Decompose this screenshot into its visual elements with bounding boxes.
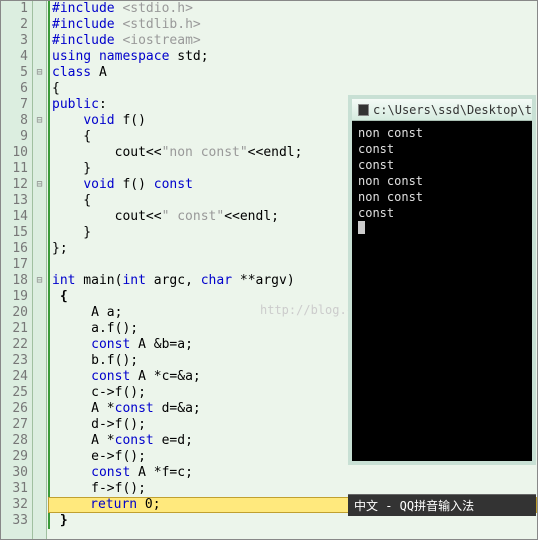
console-line: non const — [358, 189, 526, 205]
fold-marker[interactable] — [33, 225, 46, 241]
fold-marker[interactable] — [33, 257, 46, 273]
fold-marker[interactable] — [33, 289, 46, 305]
fold-marker[interactable] — [33, 17, 46, 33]
code-line[interactable]: class A — [48, 65, 537, 81]
line-number: 21 — [1, 321, 28, 337]
fold-marker[interactable] — [33, 145, 46, 161]
console-cursor — [358, 221, 365, 234]
code-line[interactable]: using namespace std; — [48, 49, 537, 65]
line-number: 13 — [1, 193, 28, 209]
fold-marker[interactable] — [33, 465, 46, 481]
line-number: 27 — [1, 417, 28, 433]
fold-marker[interactable] — [33, 369, 46, 385]
line-number: 9 — [1, 129, 28, 145]
line-number: 14 — [1, 209, 28, 225]
fold-marker[interactable]: ⊟ — [33, 177, 46, 193]
console-output: non const const constnon constnon const … — [352, 121, 532, 461]
console-line: const — [358, 141, 526, 157]
line-number: 2 — [1, 17, 28, 33]
line-number: 10 — [1, 145, 28, 161]
line-number: 5 — [1, 65, 28, 81]
ime-text: 中文 - QQ拼音输入法 — [354, 499, 474, 513]
line-number: 11 — [1, 161, 28, 177]
fold-marker[interactable] — [33, 417, 46, 433]
fold-marker[interactable] — [33, 513, 46, 529]
line-number: 18 — [1, 273, 28, 289]
ime-bar[interactable]: 中文 - QQ拼音输入法 — [348, 494, 536, 516]
console-line: non const — [358, 173, 526, 189]
fold-marker[interactable]: ⊟ — [33, 273, 46, 289]
line-number: 26 — [1, 401, 28, 417]
line-number: 23 — [1, 353, 28, 369]
fold-marker[interactable]: ⊟ — [33, 65, 46, 81]
fold-marker[interactable] — [33, 1, 46, 17]
line-number: 19 — [1, 289, 28, 305]
fold-marker[interactable] — [33, 321, 46, 337]
line-number: 1 — [1, 1, 28, 17]
fold-marker[interactable] — [33, 337, 46, 353]
fold-marker[interactable] — [33, 353, 46, 369]
line-number-gutter: 1234567891011121314151617181920212223242… — [1, 1, 33, 539]
line-number: 20 — [1, 305, 28, 321]
code-line[interactable]: #include <iostream> — [48, 33, 537, 49]
console-title-text: c:\Users\ssd\Desktop\t — [373, 99, 532, 121]
console-window[interactable]: c:\Users\ssd\Desktop\t non const const c… — [348, 95, 536, 465]
line-number: 4 — [1, 49, 28, 65]
fold-marker[interactable] — [33, 241, 46, 257]
fold-column[interactable]: ⊟ ⊟ ⊟ ⊟ — [33, 1, 47, 539]
fold-marker[interactable] — [33, 209, 46, 225]
line-number: 16 — [1, 241, 28, 257]
fold-marker[interactable] — [33, 433, 46, 449]
fold-marker[interactable] — [33, 81, 46, 97]
fold-marker[interactable] — [33, 97, 46, 113]
line-number: 15 — [1, 225, 28, 241]
fold-marker[interactable] — [33, 449, 46, 465]
line-number: 28 — [1, 433, 28, 449]
line-number: 8 — [1, 113, 28, 129]
fold-marker[interactable] — [33, 481, 46, 497]
code-line[interactable]: const A *f=c; — [48, 465, 537, 481]
line-number: 24 — [1, 369, 28, 385]
line-number: 33 — [1, 513, 28, 529]
fold-marker[interactable] — [33, 129, 46, 145]
line-number: 32 — [1, 497, 28, 513]
fold-marker[interactable] — [33, 401, 46, 417]
fold-marker[interactable] — [33, 305, 46, 321]
fold-marker[interactable]: ⊟ — [33, 113, 46, 129]
console-line: const — [358, 157, 526, 173]
cmd-icon — [358, 104, 369, 116]
line-number: 7 — [1, 97, 28, 113]
fold-marker[interactable] — [33, 193, 46, 209]
console-titlebar[interactable]: c:\Users\ssd\Desktop\t — [352, 99, 532, 121]
fold-marker[interactable] — [33, 161, 46, 177]
code-line[interactable]: #include <stdio.h> — [48, 1, 537, 17]
fold-marker[interactable] — [33, 497, 46, 513]
line-number: 6 — [1, 81, 28, 97]
fold-marker[interactable] — [33, 33, 46, 49]
line-number: 22 — [1, 337, 28, 353]
line-number: 3 — [1, 33, 28, 49]
console-line: non const — [358, 125, 526, 141]
line-number: 31 — [1, 481, 28, 497]
fold-marker[interactable] — [33, 385, 46, 401]
code-line[interactable]: #include <stdlib.h> — [48, 17, 537, 33]
line-number: 29 — [1, 449, 28, 465]
fold-marker[interactable] — [33, 49, 46, 65]
line-number: 17 — [1, 257, 28, 273]
line-number: 12 — [1, 177, 28, 193]
line-number: 25 — [1, 385, 28, 401]
console-line: const — [358, 205, 526, 221]
line-number: 30 — [1, 465, 28, 481]
